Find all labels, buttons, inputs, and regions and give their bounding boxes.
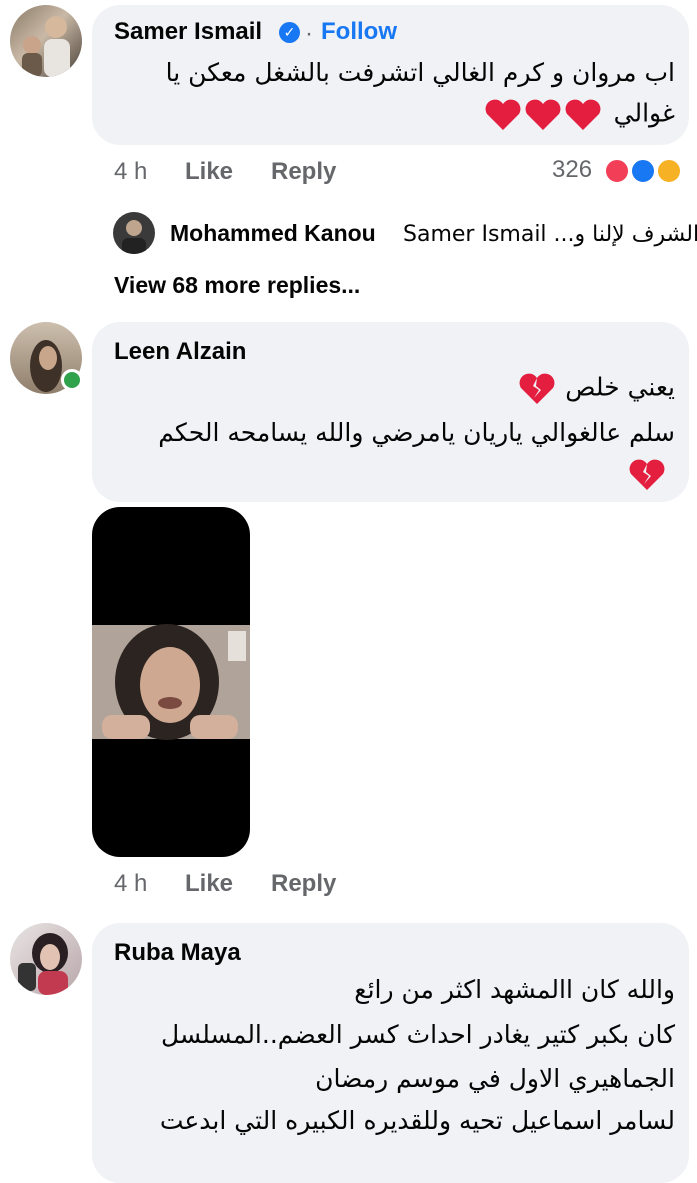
reply-button[interactable]: Reply xyxy=(271,870,336,898)
comment-text-line: والله كان االمشهد اكثر من رائع xyxy=(354,975,675,1004)
comment-text-line-1: يعني خلص xyxy=(519,372,675,411)
care-reaction-icon xyxy=(656,158,682,184)
verified-badge-icon: ✓ xyxy=(279,22,300,43)
comment-text-line: اب مروان و كرم الغالي اتشرفت بالشغل معكن… xyxy=(165,58,675,87)
view-more-replies[interactable]: View 68 more replies... xyxy=(114,272,360,299)
comment-text-line: سلم عالغوالي ياريان يامرضي والله يسامحه … xyxy=(158,418,675,447)
comment-author[interactable]: Ruba Maya xyxy=(114,939,241,967)
comment-text-line: لسامر اسماعيل تحيه وللقديره الكبيره التي… xyxy=(159,1106,675,1135)
love-reaction-icon xyxy=(604,158,630,184)
comment-text-line-2: غوالي xyxy=(483,98,675,137)
heart-emoji-icon xyxy=(483,98,603,137)
comment-attachment-image[interactable] xyxy=(92,507,250,857)
crying-woman-still xyxy=(92,624,250,740)
comment-author[interactable]: Samer Ismail xyxy=(114,18,262,46)
like-button[interactable]: Like xyxy=(185,870,233,898)
comment-time[interactable]: 4 h xyxy=(114,870,147,898)
online-status-indicator xyxy=(61,369,83,391)
reply-preview-text[interactable]: Samer Ismail ...الشرف لإلنا و xyxy=(403,222,697,247)
reaction-count[interactable]: 326 xyxy=(552,156,592,184)
comment-time[interactable]: 4 h xyxy=(114,158,147,186)
comment-text-line: الجماهيري الاول في موسم رمضان xyxy=(315,1064,675,1093)
avatar-mohammed[interactable] xyxy=(113,212,155,254)
comment-author[interactable]: Leen Alzain xyxy=(114,338,246,366)
broken-heart-emoji-icon xyxy=(629,458,665,497)
like-reaction-icon xyxy=(630,158,656,184)
comment-text-line: كان بكبر كتير يغادر احداث كسر العضم..الم… xyxy=(161,1020,675,1049)
follow-button[interactable]: Follow xyxy=(321,18,397,46)
like-button[interactable]: Like xyxy=(185,158,233,186)
comment-text-word: يعني خلص xyxy=(565,372,675,402)
dot-separator: · xyxy=(305,20,313,47)
comment-text-word: غوالي xyxy=(613,98,675,128)
reply-button[interactable]: Reply xyxy=(271,158,336,186)
avatar-samer[interactable] xyxy=(10,5,82,77)
reply-author[interactable]: Mohammed Kanou xyxy=(170,220,376,247)
broken-heart-emoji-icon xyxy=(519,372,555,411)
avatar-ruba[interactable] xyxy=(10,923,82,995)
